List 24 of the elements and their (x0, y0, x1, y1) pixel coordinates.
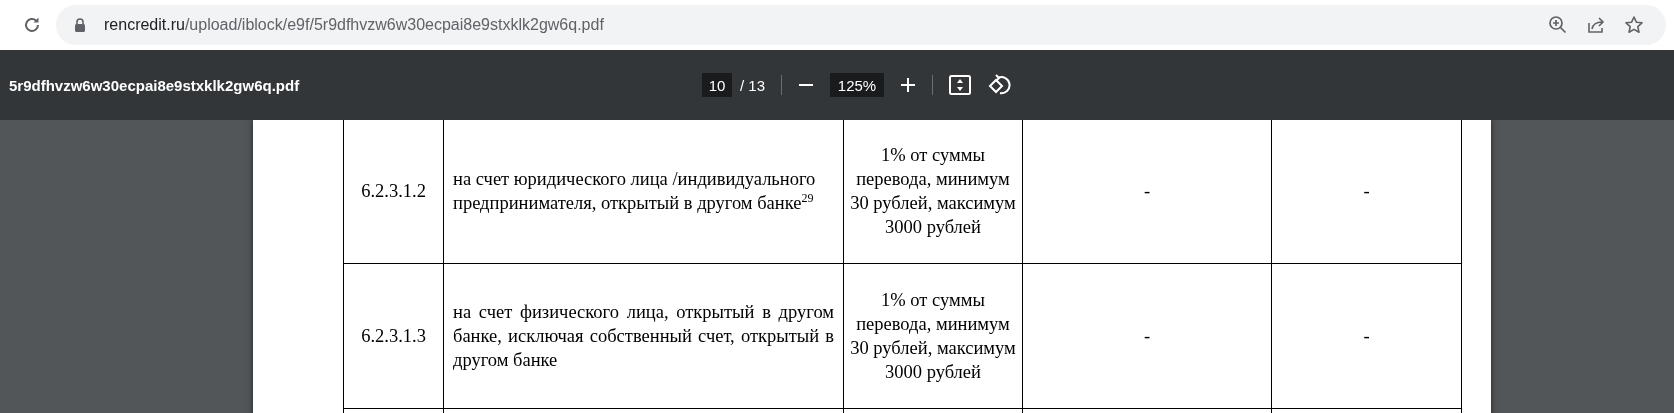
table-cell: - (1143, 326, 1151, 346)
url-text: rencredit.ru/upload/iblock/e9f/5r9dfhvzw6w30ecpai8e9stxklk2gw6q.pdf (104, 16, 604, 34)
lock-icon[interactable] (74, 18, 86, 32)
table-cell: - (1143, 181, 1151, 201)
star-icon[interactable] (1624, 15, 1644, 35)
table-cell-text: на счет юридического лица /индивидуального предпринимателя, открытый в другом банке$^{29}$ (453, 168, 817, 215)
table-cell: 6.2.3.1.3 (361, 326, 426, 346)
fit-page-icon[interactable] (949, 75, 972, 95)
zoom-field[interactable]: 125% (830, 73, 885, 97)
table-cell-text: 1% от суммы перевода, минимум 30 рублей, максимум 3000 рублей (850, 144, 1016, 239)
table-cell-text: 1% от суммы перевода, минимум 30 рублей, максимум 3000 рублей (850, 289, 1016, 384)
page-number-field[interactable]: 10 (702, 73, 732, 97)
table-cell-text: на счет физического лица, открытый в другом банке, исключая собственный счет, открытый в другом банке (453, 301, 834, 372)
zoom-in-icon[interactable] (900, 77, 917, 93)
rotate-icon[interactable] (987, 73, 1012, 97)
address-bar[interactable]: rencredit.ru/upload/iblock/e9f/5r9dfhvzw6w30ecpai8e9stxklk2gw6q.pdf (56, 5, 1666, 45)
reload-icon[interactable] (22, 15, 42, 35)
page-count: / 13 (740, 76, 766, 94)
table-cell: - (1363, 326, 1370, 346)
table-cell: - (1363, 181, 1370, 201)
zoom-icon[interactable] (1548, 15, 1568, 35)
document-title: 5r9dfhvzw6w30ecpai8e9stxklk2gw6q.pdf (9, 76, 300, 94)
share-icon[interactable] (1586, 15, 1606, 35)
table-cell: 6.2.3.1.2 (361, 181, 426, 201)
